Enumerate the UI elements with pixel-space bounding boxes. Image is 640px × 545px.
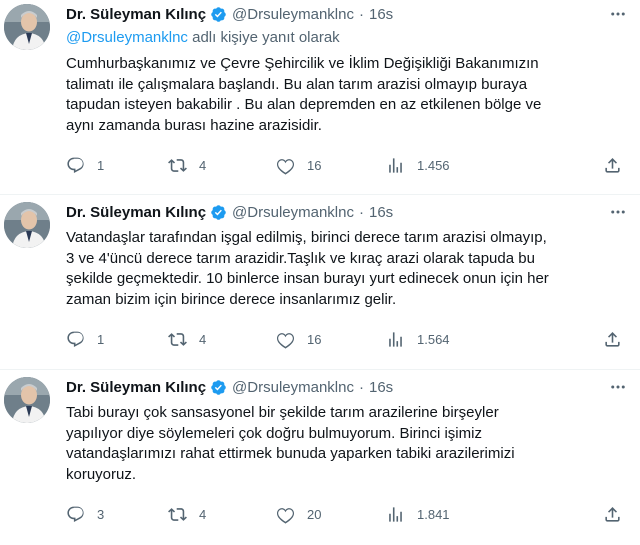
analytics-icon xyxy=(389,157,402,173)
reply-button[interactable]: 3 xyxy=(66,504,104,524)
avatar[interactable] xyxy=(4,202,50,248)
share-icon xyxy=(605,157,620,173)
verified-badge-icon xyxy=(211,204,226,220)
heart-icon xyxy=(276,507,295,524)
views-button[interactable]: 1.456 xyxy=(386,155,450,175)
retweet-button[interactable]: 4 xyxy=(168,155,206,175)
retweet-button[interactable]: 4 xyxy=(168,329,206,349)
author-name[interactable]: Dr. Süleyman Kılınç xyxy=(66,204,206,221)
timestamp[interactable]: 16s xyxy=(369,204,393,221)
analytics-icon xyxy=(389,506,402,522)
like-button[interactable]: 16 xyxy=(276,329,321,349)
views-count: 1.456 xyxy=(417,157,450,173)
tweet-text: Tabi burayı çok sansasyonel bir şekilde … xyxy=(66,403,636,485)
more-dots-icon[interactable] xyxy=(606,377,630,397)
tweet-text-line: aynı zamanda burası hazine arazisidir. xyxy=(66,116,322,134)
verified-badge-icon xyxy=(211,6,226,22)
reply-to-link[interactable]: @Drsuleymanklnc xyxy=(66,29,188,46)
tweet-text-line: Tabi burayı çok sansasyonel bir şekilde … xyxy=(66,404,499,421)
tweet-text-line: koruyoruz. xyxy=(66,465,137,483)
analytics-icon xyxy=(389,331,402,347)
timestamp[interactable]: 16s xyxy=(369,379,393,396)
tweet-text: Vatandaşlar tarafından işgal edilmiş, bi… xyxy=(66,228,636,310)
reply-icon xyxy=(67,331,84,347)
action-bar: 3 4 20 1.841 xyxy=(66,504,626,524)
reply-button[interactable]: 1 xyxy=(66,329,104,349)
retweet-icon xyxy=(168,507,187,521)
like-button[interactable]: 20 xyxy=(276,504,321,524)
like-count: 16 xyxy=(307,331,322,347)
tweet-text-line: tapudan isteyen bakabilir . Bu alan depr… xyxy=(66,96,542,113)
action-bar: 1 4 16 1.564 xyxy=(66,329,626,349)
reply-count: 1 xyxy=(97,157,105,173)
retweet-icon xyxy=(168,158,187,172)
tweet-text-line: zaman bizim için birince derece insanlar… xyxy=(66,290,397,308)
tweet-text-line: Cumhurbaşkanımız ve Çevre Şehircilik ve … xyxy=(66,55,539,72)
reply-count: 3 xyxy=(97,506,105,522)
tweet-text-line: 3 ve 4'üncü derece tarım arazidir.Taşlık… xyxy=(66,249,535,267)
author-handle[interactable]: @Drsuleymanklnc xyxy=(232,204,354,221)
reply-button[interactable]: 1 xyxy=(66,155,104,175)
reply-to-suffix: adlı kişiye yanıt olarak xyxy=(187,29,340,46)
avatar[interactable] xyxy=(4,4,50,50)
reply-count: 1 xyxy=(97,331,105,347)
heart-icon xyxy=(276,158,295,175)
author-handle[interactable]: @Drsuleymanklnc xyxy=(232,379,354,396)
like-count: 16 xyxy=(307,157,322,173)
separator: · xyxy=(358,378,364,396)
action-bar: 1 4 16 1.456 xyxy=(66,155,626,175)
timestamp[interactable]: 16s xyxy=(369,6,393,23)
retweet-count: 4 xyxy=(199,157,207,173)
separator: · xyxy=(358,5,364,23)
tweet-text-line: vatandaşlarımızı rahat ettirmek bunuda y… xyxy=(66,445,515,462)
views-count: 1.564 xyxy=(417,331,450,347)
tweet-text-line: Vatandaşlar tarafından işgal edilmiş, bi… xyxy=(66,229,547,246)
reply-icon xyxy=(67,506,84,522)
tweet-text-line: şekilde geçmektedir. 10 binlerce insan b… xyxy=(66,270,549,287)
more-dots-icon[interactable] xyxy=(606,202,630,222)
author-name[interactable]: Dr. Süleyman Kılınç xyxy=(66,6,206,23)
views-button[interactable]: 1.564 xyxy=(386,329,450,349)
share-button[interactable] xyxy=(603,329,623,349)
like-count: 20 xyxy=(307,506,322,522)
separator: · xyxy=(358,203,364,221)
verified-badge-icon xyxy=(211,379,226,395)
views-count: 1.841 xyxy=(417,506,450,522)
tweet-text-line: yapılıyor diye söylemeleri çok doğru bul… xyxy=(66,424,482,442)
like-button[interactable]: 16 xyxy=(276,155,321,175)
heart-icon xyxy=(276,332,295,349)
reply-context: @Drsuleymanklnc adlı kişiye yanıt olarak xyxy=(66,29,340,46)
tweet[interactable]: Dr. Süleyman Kılınç @Drsuleymanklnc · 16… xyxy=(0,0,640,195)
retweet-count: 4 xyxy=(199,331,207,347)
views-button[interactable]: 1.841 xyxy=(386,504,450,524)
share-icon xyxy=(605,506,620,522)
more-dots-icon[interactable] xyxy=(606,4,630,24)
retweet-button[interactable]: 4 xyxy=(168,504,206,524)
retweet-count: 4 xyxy=(199,506,207,522)
share-button[interactable] xyxy=(603,155,623,175)
tweet[interactable]: Dr. Süleyman Kılınç @Drsuleymanklnc · 16… xyxy=(0,195,640,370)
share-button[interactable] xyxy=(603,504,623,524)
reply-icon xyxy=(67,157,84,173)
tweet-text: Cumhurbaşkanımız ve Çevre Şehircilik ve … xyxy=(66,54,636,136)
tweet-text-line: talimatı ile çalışmalara başlandı. Bu al… xyxy=(66,75,528,93)
author-name[interactable]: Dr. Süleyman Kılınç xyxy=(66,379,206,396)
share-icon xyxy=(605,331,620,347)
avatar[interactable] xyxy=(4,377,50,423)
author-handle[interactable]: @Drsuleymanklnc xyxy=(232,6,354,23)
tweet[interactable]: Dr. Süleyman Kılınç @Drsuleymanklnc · 16… xyxy=(0,370,640,545)
retweet-icon xyxy=(168,332,187,346)
